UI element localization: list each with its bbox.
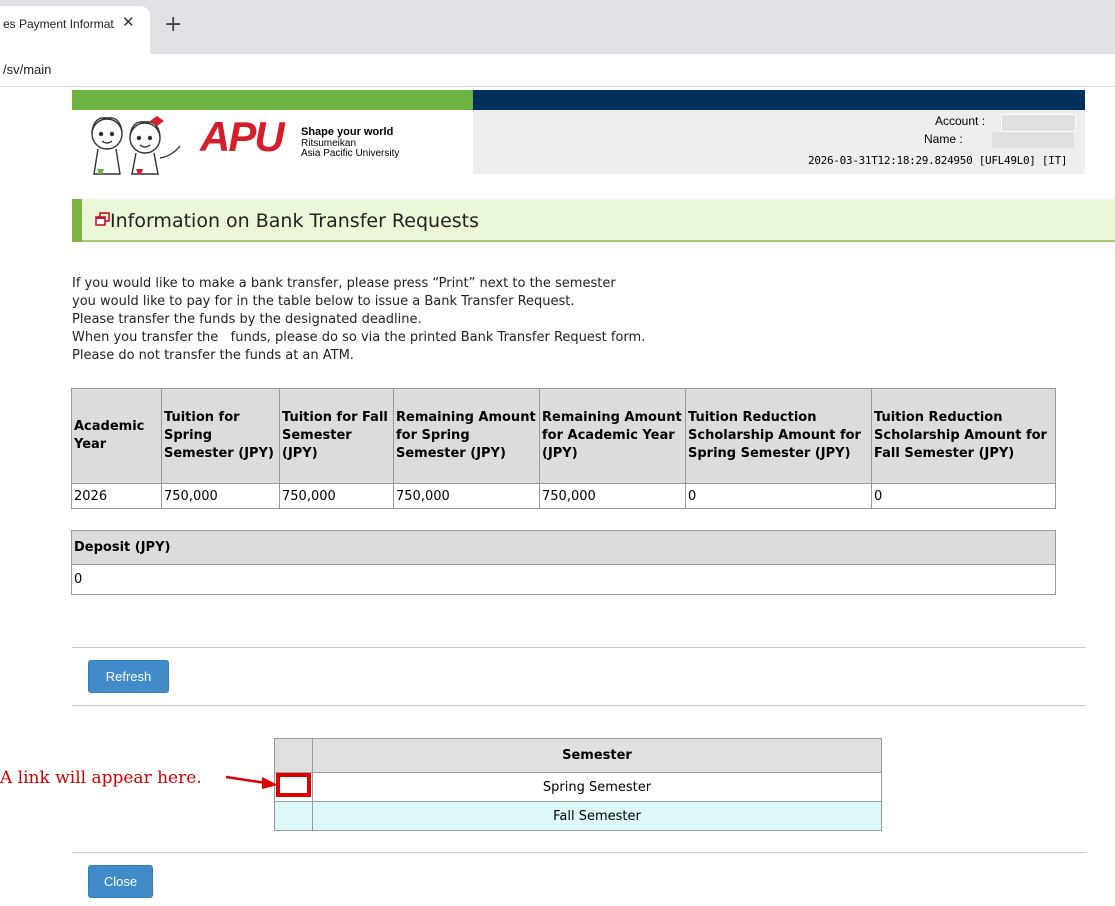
table-row: Fall Semester — [274, 801, 882, 831]
instruction-line: If you would like to make a bank transfe… — [72, 276, 616, 291]
divider — [72, 647, 1086, 648]
annotation-callout: A link will appear here. — [0, 768, 202, 788]
table-cell: 0 — [871, 483, 1056, 509]
column-header: Remaining Amount for Spring Semester (JP… — [393, 388, 540, 484]
table-header-row: Academic Year Tuition for Spring Semeste… — [71, 388, 1056, 484]
table-cell: 750,000 — [279, 483, 394, 509]
name-label: Name : — [924, 132, 963, 146]
instruction-line: Please transfer the funds by the designa… — [72, 312, 422, 327]
address-bar[interactable] — [0, 54, 1115, 87]
tab-close-icon[interactable]: ✕ — [122, 13, 135, 31]
column-header: Tuition for Spring Semester (JPY) — [161, 388, 280, 484]
session-timestamp: 2026-03-31T12:18:29.824950 [UFL49L0] [IT… — [808, 154, 1068, 167]
table-cell: 0 — [685, 483, 872, 509]
account-value-redacted — [1001, 114, 1076, 132]
header-navy-bar — [473, 90, 1085, 110]
name-value-redacted — [992, 132, 1074, 148]
link-column-header — [274, 738, 313, 773]
table-cell: 750,000 — [393, 483, 540, 509]
address-bar-url[interactable]: /sv/main — [3, 62, 51, 77]
semester-column-header: Semester — [312, 738, 882, 773]
logo-slogan: Shape your world — [301, 126, 394, 138]
semester-cell: Fall Semester — [312, 801, 882, 831]
annotation-highlight-box — [276, 773, 311, 797]
column-header: Academic Year — [71, 388, 162, 484]
table-header-row: Semester — [274, 738, 882, 773]
account-label: Account : — [935, 114, 986, 128]
table-cell: 750,000 — [539, 483, 686, 509]
table-row: Spring Semester — [274, 772, 882, 802]
apu-logo: APU — [200, 113, 285, 160]
table-header-row: Deposit (JPY) — [71, 530, 1056, 565]
close-button[interactable]: Close — [88, 865, 153, 898]
column-header: Tuition Reduction Scholarship Amount for… — [685, 388, 872, 484]
header-green-bar — [72, 90, 473, 110]
table-row: 0 — [71, 564, 1056, 595]
tuition-table: Academic Year Tuition for Spring Semeste… — [71, 388, 1056, 509]
new-tab-icon[interactable]: + — [164, 14, 182, 36]
divider — [72, 705, 1086, 706]
table-cell: 2026 — [71, 483, 162, 509]
browser-tab-title: es Payment Informat — [3, 17, 114, 31]
deposit-table: Deposit (JPY) 0 — [71, 530, 1056, 595]
university-name-line2: Asia Pacific University — [301, 148, 400, 159]
refresh-button[interactable]: Refresh — [88, 660, 169, 693]
instruction-line: you would like to pay for in the table b… — [72, 294, 575, 309]
page-title: Information on Bank Transfer Requests — [110, 210, 480, 232]
mascot-illustration — [91, 116, 181, 175]
print-link-cell[interactable] — [274, 801, 313, 831]
column-header: Tuition for Fall Semester (JPY) — [279, 388, 394, 484]
instruction-line: When you transfer the funds, please do s… — [72, 330, 646, 345]
window-icon — [95, 212, 110, 226]
semester-table: Semester Spring Semester Fall Semester — [274, 738, 882, 831]
deposit-value: 0 — [71, 564, 1056, 595]
column-header: Remaining Amount for Academic Year (JPY) — [539, 388, 686, 484]
table-cell: 750,000 — [161, 483, 280, 509]
section-title-accent — [72, 199, 82, 242]
annotation-arrow-icon — [225, 775, 278, 789]
divider — [72, 852, 1086, 853]
deposit-header: Deposit (JPY) — [71, 530, 1056, 565]
instruction-line: Please do not transfer the funds at an A… — [72, 348, 354, 363]
table-row: 2026 750,000 750,000 750,000 750,000 0 0 — [71, 483, 1056, 509]
semester-cell: Spring Semester — [312, 772, 882, 802]
column-header: Tuition Reduction Scholarship Amount for… — [871, 388, 1056, 484]
